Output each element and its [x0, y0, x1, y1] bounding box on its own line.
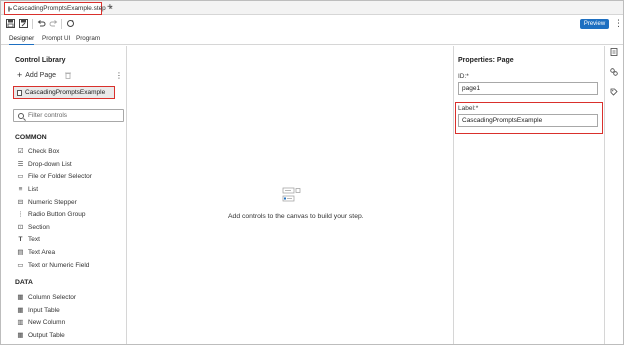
tab-title: CascadingPromptsExample.step: [13, 5, 106, 12]
label-label: Label:*: [458, 105, 479, 112]
preview-button[interactable]: Preview: [580, 19, 609, 29]
control-text-numeric-field[interactable]: ▭ Text or Numeric Field: [17, 262, 89, 269]
control-numeric-stepper[interactable]: ⊟ Numeric Stepper: [17, 199, 77, 206]
page-options-icon[interactable]: ⋮: [115, 71, 123, 80]
control-file-folder-selector[interactable]: ▭ File or Folder Selector: [17, 173, 92, 180]
common-heading: COMMON: [15, 134, 47, 141]
new-tab-icon[interactable]: +: [107, 2, 113, 14]
more-options-icon[interactable]: ⋮: [614, 18, 623, 29]
plus-icon: +: [17, 70, 23, 80]
add-page-button[interactable]: + Add Page: [17, 70, 57, 80]
dropdown-list-icon: ☰: [17, 161, 24, 168]
control-section[interactable]: ⊡ Section: [17, 224, 50, 231]
control-label: Text: [28, 236, 40, 243]
text-icon: T: [18, 236, 23, 243]
add-page-label: Add Page: [25, 72, 57, 79]
control-label: Numeric Stepper: [28, 199, 77, 206]
tab-bar: CascadingPromptsExample.step × +: [1, 1, 623, 15]
control-input-table[interactable]: ▦ Input Table: [17, 307, 60, 314]
dependencies-icon[interactable]: [610, 68, 618, 76]
section-icon: ⊡: [17, 224, 24, 231]
search-icon: [18, 112, 24, 119]
radio-group-icon: ⋮: [17, 211, 24, 218]
filter-controls-input[interactable]: [28, 112, 118, 119]
page-item-label: CascadingPromptsExample: [25, 89, 106, 96]
checkbox-icon: ☑: [17, 148, 24, 155]
save-icon[interactable]: [6, 19, 15, 28]
list-icon: ≡: [18, 186, 23, 193]
text-area-icon: ▤: [17, 249, 24, 256]
properties-panel-icon[interactable]: [610, 48, 618, 56]
properties-title: Properties: Page: [458, 57, 514, 64]
designer-tabs: Designer Prompt UI Program: [1, 33, 623, 45]
control-label: Radio Button Group: [28, 211, 86, 218]
properties-panel: Properties: Page ID:* page1 Label:* Casc…: [453, 46, 603, 344]
toolbar: Preview ⋮: [1, 15, 623, 33]
text-field-icon: ▭: [17, 262, 24, 269]
control-label: New Column: [28, 319, 66, 326]
control-text[interactable]: T Text: [17, 236, 40, 243]
label-field[interactable]: CascadingPromptsExample: [458, 114, 598, 127]
refresh-icon[interactable]: [66, 19, 75, 28]
tab-program[interactable]: Program: [76, 34, 100, 45]
control-label: Input Table: [28, 307, 60, 314]
filter-controls-field[interactable]: [13, 109, 124, 122]
control-label: File or Folder Selector: [28, 173, 92, 180]
control-column-selector[interactable]: ▦ Column Selector: [17, 294, 76, 301]
tab-cascading-prompts[interactable]: CascadingPromptsExample.step ×: [4, 2, 113, 15]
control-label: List: [28, 186, 39, 193]
toolbar-divider: [61, 19, 62, 29]
control-library-panel: Control Library + Add Page ⋮ CascadingPr…: [1, 46, 127, 344]
id-label: ID:*: [458, 73, 469, 80]
save-as-icon[interactable]: [19, 19, 28, 28]
control-text-area[interactable]: ▤ Text Area: [17, 249, 55, 256]
design-canvas[interactable]: Add controls to the canvas to build your…: [128, 46, 452, 344]
control-check-box[interactable]: ☑ Check Box: [17, 148, 60, 155]
control-library-title: Control Library: [15, 57, 66, 64]
page-item-cascading-prompts[interactable]: CascadingPromptsExample: [13, 86, 115, 99]
control-output-table[interactable]: ▦ Output Table: [17, 332, 65, 339]
control-list[interactable]: ≡ List: [17, 186, 39, 193]
id-field[interactable]: page1: [458, 82, 598, 95]
control-label: Drop-down List: [28, 161, 72, 168]
file-folder-icon: ▭: [17, 173, 24, 180]
control-label: Output Table: [28, 332, 65, 339]
control-drop-down-list[interactable]: ☰ Drop-down List: [17, 161, 72, 168]
toolbar-divider: [32, 19, 33, 29]
right-rail: [604, 46, 623, 344]
column-selector-icon: ▦: [17, 294, 24, 301]
data-heading: DATA: [15, 279, 33, 286]
input-table-icon: ▦: [17, 307, 24, 314]
tab-designer[interactable]: Designer: [9, 34, 35, 45]
empty-canvas-message: Add controls to the canvas to build your…: [228, 213, 364, 220]
undo-icon[interactable]: [37, 19, 46, 28]
control-label: Section: [28, 224, 50, 231]
control-label: Check Box: [28, 148, 60, 155]
output-table-icon: ▦: [17, 332, 24, 339]
control-label: Text Area: [28, 249, 56, 256]
empty-canvas-icon: [282, 187, 301, 202]
tab-prompt-ui[interactable]: Prompt UI: [42, 34, 70, 45]
step-file-icon: [8, 5, 12, 12]
delete-page-icon[interactable]: [65, 72, 71, 81]
redo-icon[interactable]: [49, 19, 58, 28]
control-new-column[interactable]: ▥ New Column: [17, 319, 65, 326]
tag-icon[interactable]: [610, 88, 618, 96]
new-column-icon: ▥: [17, 319, 24, 326]
control-label: Column Selector: [28, 294, 77, 301]
numeric-stepper-icon: ⊟: [17, 199, 24, 206]
control-radio-button-group[interactable]: ⋮ Radio Button Group: [17, 211, 85, 218]
page-icon: [17, 89, 22, 96]
control-label: Text or Numeric Field: [28, 262, 90, 269]
